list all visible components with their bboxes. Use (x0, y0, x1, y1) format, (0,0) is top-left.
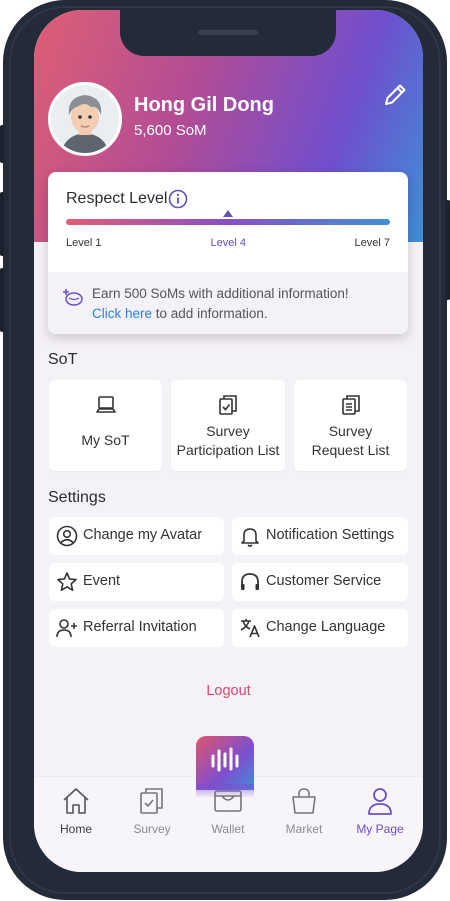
person-icon (364, 785, 396, 817)
avatar-image (51, 85, 119, 153)
event-button[interactable]: Event (49, 563, 224, 601)
avatar[interactable] (48, 82, 122, 156)
camera-notch (120, 10, 336, 56)
power-button (446, 200, 450, 300)
change-language-button[interactable]: Change Language (232, 609, 408, 647)
volume-down-button (0, 268, 4, 332)
app-screen: Hong Gil Dong 5,600 SoM Respect Level Le… (34, 10, 423, 872)
change-avatar-button[interactable]: Change my Avatar (49, 517, 224, 555)
current-level-marker (223, 210, 233, 217)
sound-wave-icon (211, 747, 239, 772)
translate-icon (238, 616, 262, 640)
survey-request-label: Survey Request List (311, 423, 390, 458)
som-balance: 5,600 SoM (134, 122, 207, 139)
shopping-bag-icon (288, 785, 320, 817)
user-circle-icon (55, 524, 79, 548)
coin-plus-icon (62, 286, 84, 308)
referral-invitation-label: Referral Invitation (83, 619, 197, 635)
tab-survey[interactable]: Survey (114, 777, 190, 872)
headset-icon (238, 570, 262, 594)
info-icon[interactable] (168, 189, 188, 209)
speaker-grille (198, 30, 258, 35)
tab-market[interactable]: Market (266, 777, 342, 872)
tab-home-label: Home (59, 822, 92, 836)
center-action-button[interactable] (196, 736, 254, 798)
change-language-label: Change Language (266, 619, 386, 635)
user-name: Hong Gil Dong (134, 94, 274, 116)
clipboard-check-icon (136, 785, 168, 817)
level-min-label: Level 1 (66, 237, 102, 249)
my-sot-tile[interactable]: My SoT (49, 380, 162, 471)
clipboard-list-icon (339, 393, 363, 417)
home-icon (60, 785, 92, 817)
respect-level-bar (66, 219, 390, 225)
notification-settings-label: Notification Settings (266, 527, 395, 543)
settings-section-title: Settings (48, 489, 106, 506)
tab-my-page-label: My Page (356, 822, 404, 836)
sot-section-title: SoT (48, 351, 78, 368)
user-plus-icon (55, 616, 79, 640)
respect-level-title: Respect Level (66, 190, 168, 207)
survey-request-tile[interactable]: Survey Request List (294, 380, 407, 471)
pencil-icon (385, 84, 406, 105)
edit-profile-button[interactable] (380, 80, 410, 110)
tab-survey-label: Survey (133, 822, 171, 836)
logout-button[interactable]: Logout (34, 683, 423, 699)
referral-invitation-button[interactable]: Referral Invitation (49, 609, 224, 647)
promo-banner: Earn 500 SoMs with additional informatio… (48, 272, 408, 334)
clipboard-check-icon (216, 393, 240, 417)
event-label: Event (83, 573, 121, 589)
bell-icon (238, 524, 262, 548)
mute-switch (0, 125, 4, 163)
survey-participation-label: Survey Participation List (176, 423, 280, 458)
tab-home[interactable]: Home (38, 777, 114, 872)
promo-line: Click here to add information. (92, 306, 268, 321)
my-sot-label: My SoT (81, 432, 130, 448)
add-info-link[interactable]: Click here (92, 306, 152, 321)
survey-participation-tile[interactable]: Survey Participation List (171, 380, 285, 471)
volume-up-button (0, 192, 4, 256)
star-icon (55, 570, 79, 594)
phone-frame: Hong Gil Dong 5,600 SoM Respect Level Le… (0, 0, 450, 900)
promo-suffix: to add information. (152, 306, 268, 321)
respect-level-card: Respect Level Level 1 Level 4 Level 7 Ea… (48, 172, 408, 334)
notification-settings-button[interactable]: Notification Settings (232, 517, 408, 555)
laptop-icon (94, 393, 118, 417)
tab-my-page[interactable]: My Page (342, 777, 418, 872)
level-current-label: Level 4 (210, 237, 246, 249)
change-avatar-label: Change my Avatar (83, 527, 203, 543)
customer-service-button[interactable]: Customer Service (232, 563, 408, 601)
promo-text: Earn 500 SoMs with additional informatio… (92, 286, 349, 301)
tab-market-label: Market (285, 822, 323, 836)
level-max-label: Level 7 (354, 237, 390, 249)
tab-wallet-label: Wallet (211, 822, 245, 836)
customer-service-label: Customer Service (266, 573, 382, 589)
